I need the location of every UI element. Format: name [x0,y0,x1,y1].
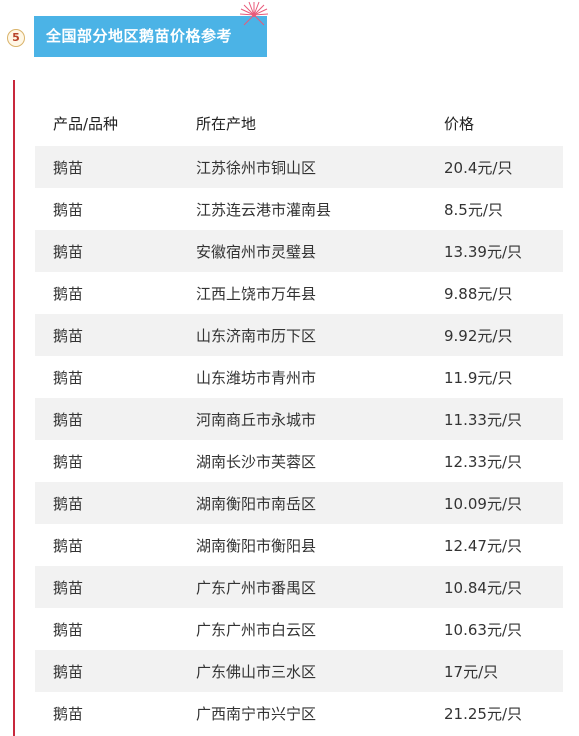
cell-price: 8.5元/只 [444,200,503,219]
cell-origin: 山东济南市历下区 [196,326,317,345]
table-row: 鹅苗 山东潍坊市青州市 11.9元/只 [35,356,563,398]
cell-price: 11.33元/只 [444,410,522,429]
table-header-row: 产品/品种 所在产地 价格 [35,100,563,146]
table-row: 鹅苗 广西南宁市兴宁区 21.25元/只 [35,692,563,734]
cell-price: 13.39元/只 [444,242,522,261]
cell-price: 20.4元/只 [444,158,513,177]
cell-origin: 湖南长沙市芙蓉区 [196,452,317,471]
cell-origin: 广西南宁市兴宁区 [196,704,317,723]
cell-product: 鹅苗 [53,200,84,219]
cell-product: 鹅苗 [53,368,84,387]
cell-product: 鹅苗 [53,410,84,429]
cell-origin: 安徽宿州市灵璧县 [196,242,317,261]
cell-origin: 广东广州市番禺区 [196,578,317,597]
table-row: 鹅苗 广东广州市番禺区 10.84元/只 [35,566,563,608]
cell-price: 12.47元/只 [444,536,522,555]
cell-price: 21.25元/只 [444,704,522,723]
section-header: 5 全国部分地区鹅苗价格参考 [0,0,579,60]
table-row: 鹅苗 河南商丘市永城市 11.33元/只 [35,398,563,440]
cell-origin: 江苏连云港市灌南县 [196,200,332,219]
cell-price: 10.09元/只 [444,494,522,513]
header-origin: 所在产地 [196,114,257,133]
cell-product: 鹅苗 [53,284,84,303]
cell-product: 鹅苗 [53,662,84,681]
table-row: 鹅苗 广东佛山市三水区 17元/只 [35,650,563,692]
table-row: 鹅苗 湖南衡阳市南岳区 10.09元/只 [35,482,563,524]
table-row: 鹅苗 广东广州市白云区 10.63元/只 [35,608,563,650]
cell-product: 鹅苗 [53,158,84,177]
cell-origin: 广东广州市白云区 [196,620,317,639]
table-row: 鹅苗 山东济南市历下区 9.92元/只 [35,314,563,356]
table-row: 鹅苗 江苏连云港市灌南县 8.5元/只 [35,188,563,230]
cell-price: 17元/只 [444,662,499,681]
firework-burst-icon [239,1,269,26]
price-table: 产品/品种 所在产地 价格 鹅苗 江苏徐州市铜山区 20.4元/只 鹅苗 江苏连云港市灌… [35,100,563,734]
cell-origin: 山东潍坊市青州市 [196,368,317,387]
table-row: 鹅苗 安徽宿州市灵璧县 13.39元/只 [35,230,563,272]
table-row: 鹅苗 江西上饶市万年县 9.88元/只 [35,272,563,314]
section-title: 全国部分地区鹅苗价格参考 [34,16,267,57]
cell-origin: 河南商丘市永城市 [196,410,317,429]
accent-vertical-line [13,80,15,736]
section-number-badge: 5 [7,29,25,47]
table-row: 鹅苗 湖南长沙市芙蓉区 12.33元/只 [35,440,563,482]
cell-product: 鹅苗 [53,242,84,261]
cell-origin: 江苏徐州市铜山区 [196,158,317,177]
cell-product: 鹅苗 [53,452,84,471]
cell-price: 9.92元/只 [444,326,513,345]
cell-origin: 广东佛山市三水区 [196,662,317,681]
cell-product: 鹅苗 [53,620,84,639]
cell-price: 11.9元/只 [444,368,513,387]
table-row: 鹅苗 湖南衡阳市衡阳县 12.47元/只 [35,524,563,566]
cell-price: 9.88元/只 [444,284,513,303]
table-row: 鹅苗 江苏徐州市铜山区 20.4元/只 [35,146,563,188]
header-price: 价格 [444,114,475,133]
cell-price: 10.84元/只 [444,578,522,597]
cell-product: 鹅苗 [53,578,84,597]
cell-origin: 湖南衡阳市衡阳县 [196,536,317,555]
cell-product: 鹅苗 [53,494,84,513]
cell-product: 鹅苗 [53,704,84,723]
cell-price: 12.33元/只 [444,452,522,471]
cell-product: 鹅苗 [53,536,84,555]
cell-price: 10.63元/只 [444,620,522,639]
header-product: 产品/品种 [53,114,119,133]
cell-origin: 湖南衡阳市南岳区 [196,494,317,513]
cell-product: 鹅苗 [53,326,84,345]
cell-origin: 江西上饶市万年县 [196,284,317,303]
